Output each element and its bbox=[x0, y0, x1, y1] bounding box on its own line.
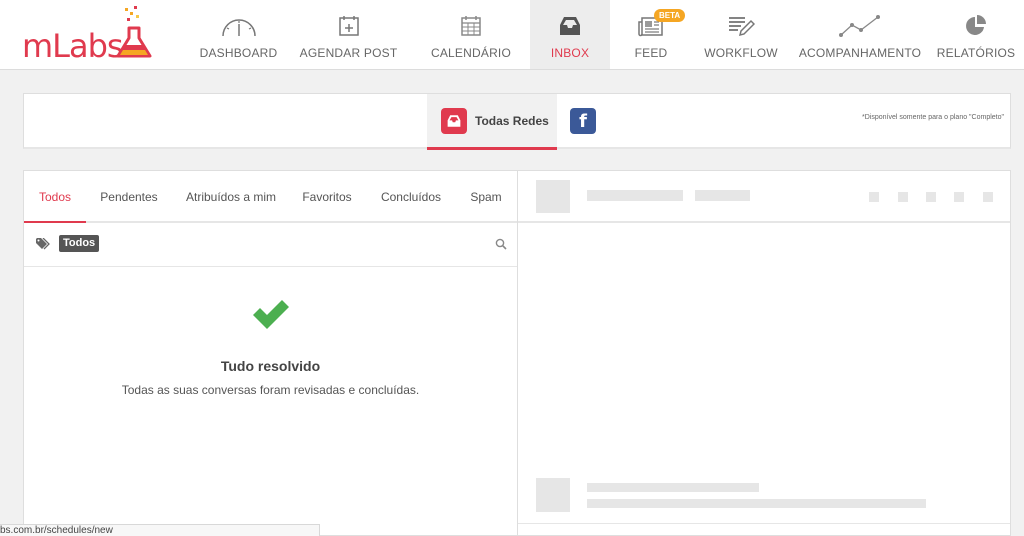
top-navigation-bar: mLabs DASHBOARD AGENDAR POST CALENDÁRIO … bbox=[0, 0, 1024, 70]
line-chart-icon bbox=[838, 12, 882, 40]
inbox-icon bbox=[441, 107, 467, 134]
calendar-icon bbox=[459, 12, 483, 40]
edit-list-icon bbox=[727, 12, 755, 40]
beta-badge: BETA bbox=[654, 9, 686, 22]
message-avatar-placeholder bbox=[536, 478, 570, 512]
action-placeholder bbox=[898, 192, 908, 202]
detail-header-skeleton bbox=[518, 171, 1010, 223]
checkmark-icon bbox=[252, 300, 289, 329]
all-networks-tab[interactable]: Todas Redes bbox=[427, 94, 557, 150]
nav-agendar-post[interactable]: AGENDAR POST bbox=[285, 0, 412, 69]
tab-favoritos[interactable]: Favoritos bbox=[298, 171, 356, 223]
nav-label: AGENDAR POST bbox=[299, 46, 398, 60]
filter-chip[interactable]: Todos bbox=[59, 235, 100, 252]
nav-label: RELATÓRIOS bbox=[936, 46, 1016, 60]
tab-atribuidos[interactable]: Atribuídos a mim bbox=[182, 171, 280, 223]
plan-note: *Disponível somente para o plano "Comple… bbox=[862, 114, 1004, 121]
logo-text: mLabs bbox=[22, 27, 124, 65]
message-line-placeholder bbox=[587, 499, 926, 508]
all-networks-label: Todas Redes bbox=[475, 113, 549, 128]
calendar-plus-icon bbox=[337, 12, 361, 40]
nav-feed[interactable]: BETA FEED bbox=[610, 0, 692, 69]
tags-icon bbox=[36, 237, 52, 255]
inbox-icon bbox=[558, 12, 582, 40]
message-line-placeholder bbox=[587, 483, 759, 492]
tab-concluidos[interactable]: Concluídos bbox=[376, 171, 446, 223]
empty-state-subtitle: Todas as suas conversas foram revisadas … bbox=[121, 383, 420, 397]
status-bar-url: bs.com.br/schedules/new bbox=[0, 524, 320, 536]
action-placeholder bbox=[983, 192, 993, 202]
network-selector-bar: Todas Redes f *Disponível somente para o… bbox=[23, 93, 1011, 150]
inbox-filter-tabs: Todos Pendentes Atribuídos a mim Favorit… bbox=[24, 171, 517, 223]
tab-todos[interactable]: Todos bbox=[24, 171, 86, 223]
name-placeholder bbox=[587, 190, 683, 201]
conversation-detail-panel bbox=[517, 170, 1011, 536]
mlabs-logo[interactable]: mLabs bbox=[22, 6, 162, 64]
detail-footer-divider bbox=[518, 523, 1010, 524]
nav-relatorios[interactable]: RELATÓRIOS bbox=[930, 0, 1022, 69]
action-placeholder bbox=[954, 192, 964, 202]
nav-dashboard[interactable]: DASHBOARD bbox=[192, 0, 285, 69]
nav-inbox[interactable]: INBOX bbox=[530, 0, 610, 69]
empty-state-checkmark bbox=[24, 299, 517, 336]
main-nav: DASHBOARD AGENDAR POST CALENDÁRIO INBOX … bbox=[192, 0, 1022, 70]
conversation-list-panel: Todos Pendentes Atribuídos a mim Favorit… bbox=[23, 170, 518, 536]
pie-chart-icon bbox=[964, 12, 988, 40]
search-icon[interactable] bbox=[495, 237, 507, 255]
nav-label: WORKFLOW bbox=[704, 46, 778, 60]
tab-pendentes[interactable]: Pendentes bbox=[92, 171, 166, 223]
nav-label: FEED bbox=[634, 46, 668, 60]
nav-calendario[interactable]: CALENDÁRIO bbox=[412, 0, 530, 69]
empty-state-title: Tudo resolvido bbox=[220, 358, 321, 374]
nav-label: ACOMPANHAMENTO bbox=[798, 46, 922, 60]
action-placeholder bbox=[926, 192, 936, 202]
nav-workflow[interactable]: WORKFLOW bbox=[692, 0, 790, 69]
nav-acompanhamento[interactable]: ACOMPANHAMENTO bbox=[790, 0, 930, 69]
nav-label: CALENDÁRIO bbox=[430, 46, 512, 60]
gauge-icon bbox=[220, 12, 258, 40]
subtitle-placeholder bbox=[695, 190, 750, 201]
facebook-icon: f bbox=[570, 108, 596, 134]
nav-label: DASHBOARD bbox=[199, 46, 278, 60]
avatar-placeholder bbox=[536, 180, 570, 213]
tag-filter-bar: Todos bbox=[24, 223, 517, 267]
flask-icon bbox=[116, 6, 152, 58]
tab-spam[interactable]: Spam bbox=[464, 171, 508, 223]
facebook-network-tab[interactable]: f bbox=[570, 94, 596, 148]
action-placeholder bbox=[869, 192, 879, 202]
nav-label: INBOX bbox=[550, 46, 590, 60]
